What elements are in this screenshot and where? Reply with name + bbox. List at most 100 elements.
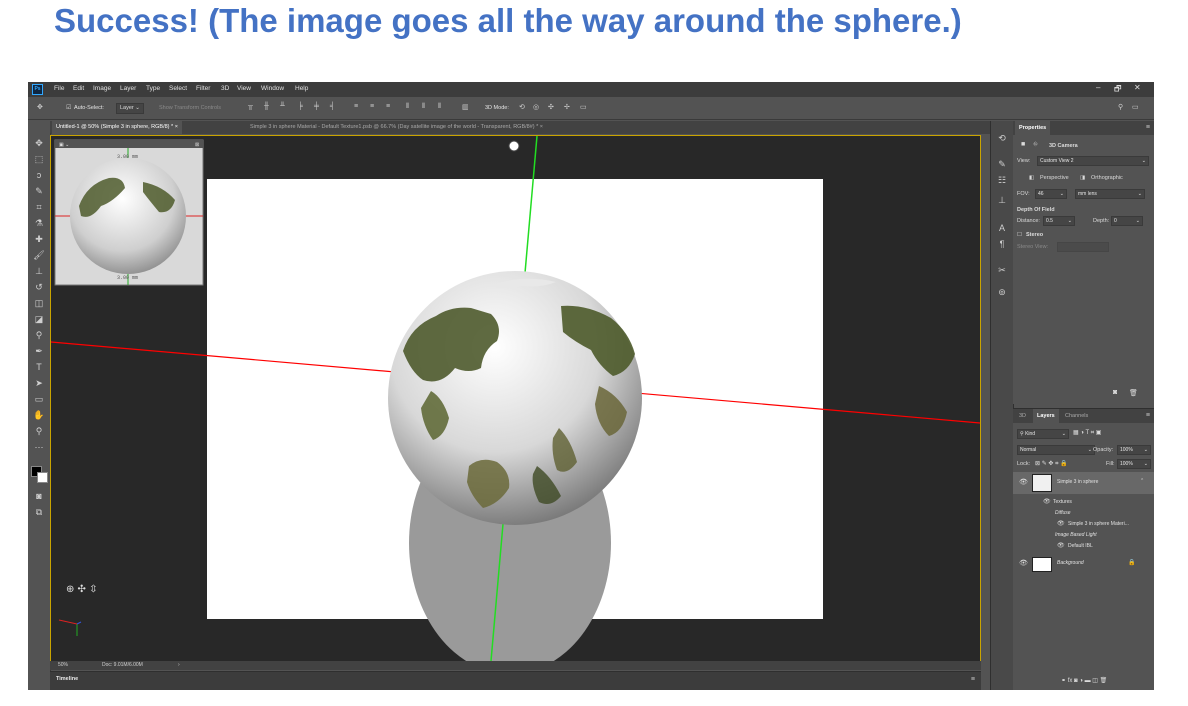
tab-close-icon[interactable]: × bbox=[175, 124, 178, 130]
lock-icons[interactable]: ⊠ ✎ ✥ ⌗ 🔒 bbox=[1035, 460, 1068, 468]
distance-input[interactable]: 0.5 ⌄ bbox=[1043, 216, 1075, 226]
more-tools-icon[interactable]: ⋯ bbox=[31, 440, 47, 454]
layer-filter-icons[interactable]: ▦ ◑ T ⌗ ▣ bbox=[1073, 429, 1101, 437]
distribute-bottom-icon[interactable]: ≡ bbox=[386, 103, 390, 110]
align-left-icon[interactable]: ╞ bbox=[298, 103, 303, 110]
layer-row[interactable]: Diffuse bbox=[1013, 508, 1154, 519]
eye-icon[interactable]: 👁 bbox=[1043, 498, 1051, 505]
align-vcenter-icon[interactable]: ╫ bbox=[264, 103, 269, 110]
quick-select-tool-icon[interactable]: ✎ bbox=[31, 184, 47, 198]
tab-3d[interactable]: 3D bbox=[1015, 409, 1030, 423]
render-icon[interactable]: ◙ bbox=[1113, 389, 1117, 396]
blend-mode-dropdown[interactable]: Normal ⌄ bbox=[1017, 445, 1095, 455]
menu-view[interactable]: View bbox=[237, 85, 251, 92]
zoom-level[interactable]: 50% bbox=[58, 661, 68, 670]
move-tool-icon[interactable]: ✥ bbox=[37, 103, 43, 111]
depth-input[interactable]: 0 ⌄ bbox=[1111, 216, 1143, 226]
layer-row[interactable]: 👁 Simple 3 in sphere ⌃ bbox=[1013, 472, 1154, 494]
align-bottom-icon[interactable]: ╨ bbox=[280, 103, 285, 110]
layer-row[interactable]: 👁 Textures bbox=[1013, 497, 1154, 508]
character-icon[interactable]: A bbox=[995, 223, 1009, 235]
gradient-tool-icon[interactable]: ◪ bbox=[31, 312, 47, 326]
3d-panel-icon[interactable]: ⊚ bbox=[995, 287, 1009, 299]
background-color-swatch[interactable] bbox=[37, 472, 48, 483]
align-hcenter-icon[interactable]: ╪ bbox=[314, 103, 319, 110]
zoom-tool-icon[interactable]: ⚲ bbox=[31, 424, 47, 438]
screen-mode-icon[interactable]: ⧉ bbox=[31, 505, 47, 519]
menu-filter[interactable]: Filter bbox=[196, 85, 210, 92]
eye-icon[interactable]: 👁 bbox=[1019, 559, 1028, 567]
clone-source-icon[interactable]: ⊥ bbox=[995, 195, 1009, 207]
distribute-left-icon[interactable]: ⫴ bbox=[406, 103, 409, 111]
menu-image[interactable]: Image bbox=[93, 85, 111, 92]
pen-tool-icon[interactable]: ✒ bbox=[31, 344, 47, 358]
crop-tool-icon[interactable]: ⌗ bbox=[31, 200, 47, 214]
workspace-icon[interactable]: ▭ bbox=[1132, 103, 1139, 111]
distribute-right-icon[interactable]: ⫴ bbox=[438, 103, 441, 111]
timeline-label[interactable]: Timeline bbox=[56, 676, 78, 682]
distribute-hcenter-icon[interactable]: ⫴ bbox=[422, 103, 425, 111]
brush-settings-icon[interactable]: ✎ bbox=[995, 159, 1009, 171]
eye-icon[interactable]: 👁 bbox=[1057, 542, 1065, 549]
3d-slide-icon[interactable]: ✢ bbox=[564, 103, 570, 111]
earth-sphere[interactable] bbox=[388, 271, 642, 525]
canvas-area[interactable]: ▣ ⌄ ⊠ 3.00 mm 3.00 mm ⊕ ✣ ⇳ bbox=[50, 135, 981, 662]
healing-tool-icon[interactable]: ✚ bbox=[31, 232, 47, 246]
tools-icon[interactable]: ✂ bbox=[995, 265, 1009, 277]
align-right-icon[interactable]: ╡ bbox=[330, 103, 335, 110]
menu-3d[interactable]: 3D bbox=[221, 85, 229, 92]
show-transform-controls[interactable]: Show Transform Controls bbox=[159, 105, 221, 111]
fov-input[interactable]: 46 ⌄ bbox=[1035, 189, 1067, 199]
menu-layer[interactable]: Layer bbox=[120, 85, 136, 92]
align-top-icon[interactable]: ╥ bbox=[248, 103, 253, 110]
3d-pan-icon[interactable]: ✣ bbox=[548, 103, 554, 111]
stereo-checkbox[interactable]: ☐ bbox=[1017, 232, 1022, 238]
tab-untitled-1[interactable]: Untitled-1 @ 50% (Simple 3 in sphere, RG… bbox=[52, 121, 182, 134]
layers-menu-icon[interactable]: ≡ bbox=[1146, 412, 1150, 419]
status-arrow-icon[interactable]: › bbox=[178, 661, 180, 670]
perspective-icon[interactable]: ◧ bbox=[1029, 175, 1034, 181]
3d-orbit-icon[interactable]: ⟲ bbox=[519, 103, 525, 111]
tab-material-texture[interactable]: Simple 3 in sphere Material - Default Te… bbox=[246, 121, 547, 134]
paragraph-icon[interactable]: ¶ bbox=[995, 239, 1009, 251]
stereo-view-dropdown[interactable] bbox=[1057, 242, 1109, 252]
tab-layers[interactable]: Layers bbox=[1033, 409, 1059, 423]
distribute-vcenter-icon[interactable]: ≡ bbox=[370, 103, 374, 110]
menu-window[interactable]: Window bbox=[261, 85, 284, 92]
history-icon[interactable]: ⟲ bbox=[995, 133, 1009, 145]
layer-row[interactable]: 👁 Default IBL bbox=[1013, 541, 1154, 552]
menu-type[interactable]: Type bbox=[146, 85, 160, 92]
lens-dropdown[interactable]: mm lens ⌄ bbox=[1075, 189, 1145, 199]
lasso-tool-icon[interactable]: ↄ bbox=[31, 168, 47, 182]
auto-align-icon[interactable]: ▥ bbox=[462, 103, 469, 111]
menu-file[interactable]: File bbox=[54, 85, 64, 92]
adjustments-icon[interactable]: ☷ bbox=[995, 175, 1009, 187]
menu-help[interactable]: Help bbox=[295, 85, 308, 92]
hand-tool-icon[interactable]: ✋ bbox=[31, 408, 47, 422]
layer-footer-icons[interactable]: ⚭ fx ◙ ◑ ▬ ◫ 🗑 bbox=[1061, 677, 1107, 684]
path-select-icon[interactable]: ➤ bbox=[31, 376, 47, 390]
3d-scale-icon[interactable]: ▭ bbox=[580, 103, 587, 111]
distribute-top-icon[interactable]: ≡ bbox=[354, 103, 358, 110]
move-tool-icon[interactable]: ✥ bbox=[31, 136, 47, 150]
brush-tool-icon[interactable]: 🖌 bbox=[31, 248, 47, 262]
perspective-option[interactable]: Perspective bbox=[1040, 175, 1069, 181]
timeline-menu-icon[interactable]: ≡ bbox=[971, 676, 975, 683]
dodge-tool-icon[interactable]: ⚲ bbox=[31, 328, 47, 342]
layer-row[interactable]: 👁 Background 🔒 bbox=[1013, 555, 1154, 573]
layer-row[interactable]: Image Based Light bbox=[1013, 530, 1154, 541]
expand-icon[interactable]: ⌃ bbox=[1140, 478, 1144, 484]
close-button[interactable]: ✕ bbox=[1134, 83, 1141, 92]
layer-row[interactable]: 👁 Simple 3 in sphere Materi... bbox=[1013, 519, 1154, 530]
eye-icon[interactable]: 👁 bbox=[1019, 478, 1028, 486]
tab-close-icon[interactable]: × bbox=[540, 124, 543, 130]
stamp-tool-icon[interactable]: ⊥ bbox=[31, 264, 47, 278]
type-tool-icon[interactable]: T bbox=[31, 360, 47, 374]
secondary-view[interactable]: ▣ ⌄ ⊠ 3.00 mm 3.00 mm bbox=[54, 139, 204, 286]
eye-icon[interactable]: 👁 bbox=[1057, 520, 1065, 527]
delete-icon[interactable]: 🗑 bbox=[1129, 389, 1138, 397]
history-brush-icon[interactable]: ↺ bbox=[31, 280, 47, 294]
eraser-tool-icon[interactable]: ◫ bbox=[31, 296, 47, 310]
properties-menu-icon[interactable]: ≡ bbox=[1146, 124, 1150, 131]
orthographic-icon[interactable]: ◨ bbox=[1080, 175, 1085, 181]
